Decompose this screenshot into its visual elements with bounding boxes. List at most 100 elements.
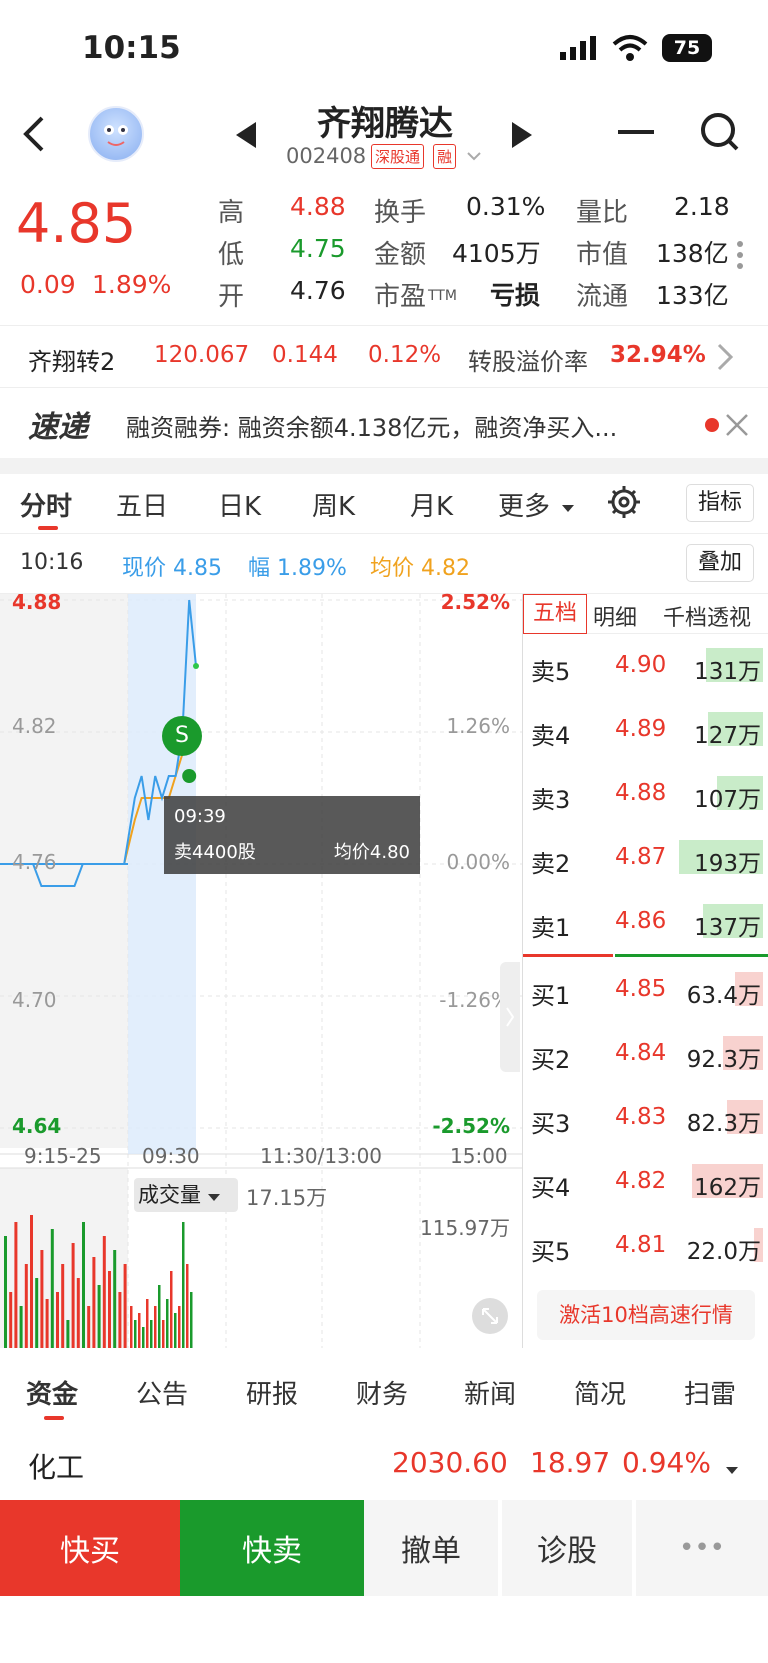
volume-bar: [92, 1257, 96, 1348]
orderbook-row[interactable]: 买5 4.81 22.0万: [523, 1214, 768, 1278]
level-label: 卖4: [531, 722, 571, 750]
orderbook-row[interactable]: 卖1 4.86 137万: [523, 890, 768, 954]
stock-name: 齐翔腾达: [317, 104, 453, 144]
tab-funds[interactable]: 资金: [26, 1374, 78, 1411]
orderbook-row[interactable]: 买1 4.85 63.4万: [523, 958, 768, 1022]
tab-monthly-k[interactable]: 月K: [410, 486, 453, 523]
x-label: 9:15-25: [24, 1144, 102, 1168]
tab-intraday[interactable]: 分时: [20, 486, 72, 523]
activate-level10-button[interactable]: 激活10档高速行情: [537, 1290, 755, 1340]
dropdown-arrow-icon[interactable]: [726, 1460, 738, 1474]
settings-gear-icon[interactable]: [606, 484, 642, 520]
diagnose-button[interactable]: 诊股: [502, 1500, 634, 1596]
back-icon[interactable]: [18, 114, 48, 154]
volume-bar: [190, 1292, 193, 1348]
indicator-button[interactable]: 指标: [686, 484, 754, 522]
y-left-label: 4.64: [12, 1114, 62, 1138]
volume-bar: [113, 1250, 117, 1348]
orderbook-row[interactable]: 卖5 4.90 131万: [523, 634, 768, 698]
quick-buy-button[interactable]: 快买: [0, 1500, 180, 1596]
volume-bar: [40, 1250, 44, 1348]
volume-bar: [71, 1243, 75, 1348]
overlay-button[interactable]: 叠加: [686, 544, 754, 582]
news-text: 融资融券: 融资余额4.138亿元，融资净买入...: [126, 414, 618, 442]
orderbook-row[interactable]: 买2 4.84 92.3万: [523, 1022, 768, 1086]
tab-financials[interactable]: 财务: [356, 1374, 408, 1411]
tab-5day[interactable]: 五日: [116, 486, 168, 523]
news-ticker[interactable]: 速递 融资融券: 融资余额4.138亿元，融资净买入...: [0, 388, 768, 458]
tab-level5[interactable]: 五档: [523, 594, 587, 634]
chevron-right-icon[interactable]: [716, 342, 734, 372]
amount-value: 4105万: [452, 239, 541, 268]
status-bar: 10:15 75: [0, 0, 768, 96]
search-icon[interactable]: [700, 112, 740, 152]
dropdown-arrow-icon[interactable]: [562, 498, 574, 512]
next-stock-icon[interactable]: [510, 120, 534, 150]
prev-stock-icon[interactable]: [234, 120, 258, 150]
volume-selector[interactable]: 成交量: [134, 1178, 238, 1212]
sector-name: 化工: [28, 1451, 85, 1484]
tab-news[interactable]: 新闻: [464, 1374, 516, 1411]
orderbook-row[interactable]: 卖4 4.89 127万: [523, 698, 768, 762]
volume-bar: [186, 1264, 189, 1348]
info-tabs: 资金 公告 研报 财务 新闻 简况 扫雷: [0, 1362, 768, 1428]
volume-bar: [162, 1320, 165, 1348]
tooltip-time: 09:39: [174, 806, 226, 827]
tab-announcements[interactable]: 公告: [136, 1374, 188, 1411]
level-price: 4.83: [615, 1104, 667, 1130]
level-volume: 107万: [694, 787, 761, 813]
tab-daily-k[interactable]: 日K: [218, 486, 261, 523]
volume-bar: [178, 1306, 181, 1348]
tab-research[interactable]: 研报: [246, 1374, 298, 1411]
tab-weekly-k[interactable]: 周K: [312, 486, 355, 523]
ask-bid-divider: [615, 954, 768, 957]
orderbook-row[interactable]: 卖3 4.88 107万: [523, 762, 768, 826]
chevron-down-icon[interactable]: [466, 148, 482, 162]
high-value: 4.88: [290, 192, 346, 221]
sell-marker[interactable]: S: [162, 716, 202, 756]
minimize-icon[interactable]: [618, 130, 654, 134]
level-volume: 193万: [694, 851, 761, 877]
orderbook-row[interactable]: 卖2 4.87 193万: [523, 826, 768, 890]
tab-profile[interactable]: 简况: [574, 1374, 626, 1411]
more-button[interactable]: •••: [636, 1500, 768, 1596]
more-vertical-icon[interactable]: [736, 240, 744, 270]
ask-rows: 卖5 4.90 131万 卖4 4.89 127万 卖3 4.88 107万 卖2 4.87 193万…: [523, 634, 768, 954]
cancel-order-button[interactable]: 撤单: [364, 1500, 500, 1596]
bond-name: 齐翔转2: [28, 348, 116, 376]
sector-row[interactable]: 化工 2030.60 18.97 0.94%: [0, 1428, 768, 1500]
bond-pct: 0.12%: [368, 342, 442, 368]
close-icon[interactable]: [724, 412, 750, 438]
orderbook-row[interactable]: 买4 4.82 162万: [523, 1150, 768, 1214]
quick-sell-button[interactable]: 快卖: [180, 1500, 364, 1596]
volume-label: 成交量: [138, 1183, 201, 1207]
expand-panel-handle[interactable]: [500, 962, 520, 1072]
level-volume: 63.4万: [686, 983, 761, 1009]
level-label: 买3: [531, 1110, 571, 1138]
volume-bar: [4, 1236, 7, 1348]
orderbook-row[interactable]: 买3 4.83 82.3万: [523, 1086, 768, 1150]
tab-details[interactable]: 明细: [593, 600, 637, 632]
tab-more[interactable]: 更多: [498, 486, 550, 523]
fullscreen-icon[interactable]: [472, 1298, 508, 1334]
tab-depth[interactable]: 千档透视: [663, 600, 751, 632]
market-cap-label: 市值: [576, 240, 629, 270]
clock: 10:15: [82, 30, 181, 66]
avatar[interactable]: [88, 106, 144, 162]
open-value: 4.76: [290, 276, 346, 305]
intraday-chart[interactable]: 4.88 4.82 4.76 4.70 4.64 2.52% 1.26% 0.0…: [0, 590, 522, 1348]
level-label: 买5: [531, 1238, 571, 1266]
volume-bar: [82, 1222, 85, 1348]
convertible-bond-bar[interactable]: 齐翔转2 120.067 0.144 0.12% 转股溢价率 32.94%: [0, 326, 768, 388]
pe-sub-label: TTM: [428, 288, 457, 304]
volume-bar: [66, 1320, 70, 1348]
turnover-label: 换手: [374, 198, 427, 228]
tab-risk-scan[interactable]: 扫雷: [684, 1374, 736, 1411]
level-volume: 137万: [694, 915, 761, 941]
now-price-label: 现价 4.85: [122, 556, 222, 581]
volume-bar: [14, 1222, 18, 1348]
low-label: 低: [218, 240, 245, 270]
level-volume: 92.3万: [686, 1047, 761, 1073]
volume-bar: [76, 1278, 80, 1348]
level-label: 卖1: [531, 914, 571, 942]
